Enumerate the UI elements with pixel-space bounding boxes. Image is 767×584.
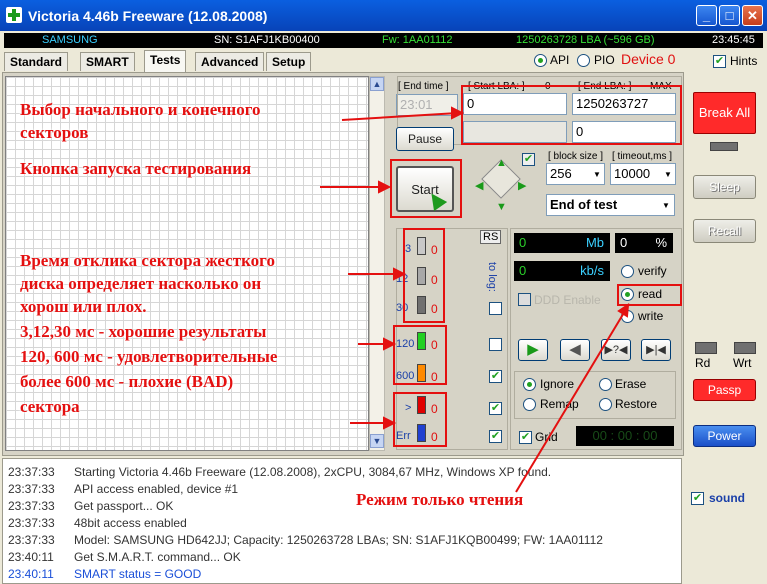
annotation-latency-3: хорош или плох. bbox=[20, 297, 147, 316]
annotation-latency-4: 3,12,30 мс - хорошие результаты bbox=[20, 322, 267, 341]
annotation-latency-7: сектора bbox=[20, 397, 80, 416]
annotation-latency-5: 120, 600 мс - удовлетворительные bbox=[20, 347, 278, 366]
annotation-latency-2: диска определяет насколько он bbox=[20, 274, 262, 293]
annotation-lba-2: секторов bbox=[20, 123, 89, 142]
annotation-read-mode: Режим только чтения bbox=[356, 490, 524, 509]
annotation-latency-6: более 600 мс - плохие (BAD) bbox=[20, 372, 234, 391]
annotation-lba-1: Выбор начального и конечного bbox=[20, 100, 261, 119]
annotation-latency-1: Время отклика сектора жесткого bbox=[20, 251, 275, 270]
annotation-start: Кнопка запуска тестирования bbox=[20, 159, 252, 178]
